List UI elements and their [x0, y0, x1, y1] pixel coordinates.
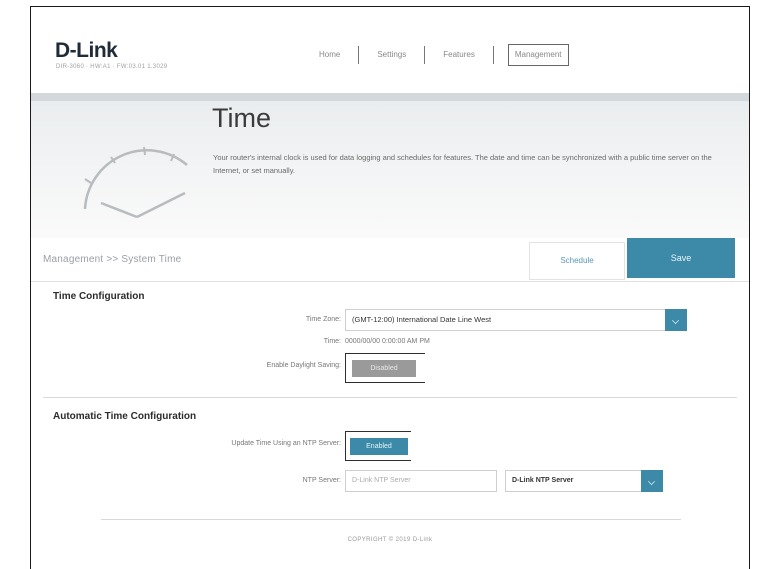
timezone-value: (GMT-12:00) International Date Line West — [352, 315, 492, 324]
nav-features[interactable]: Features — [425, 44, 493, 66]
ntp-toggle[interactable]: Enabled — [345, 431, 411, 461]
breadcrumb: Management >> System Time — [43, 254, 182, 265]
page-description: Your router's internal clock is used for… — [213, 153, 712, 175]
nav-management[interactable]: Management — [507, 44, 569, 66]
header: D-Link DIR-3060 · HW:A1 · FW:03.01 1.302… — [31, 7, 749, 93]
router-admin-page: D-Link DIR-3060 · HW:A1 · FW:03.01 1.302… — [30, 6, 750, 569]
top-nav: Home Settings Features Management — [301, 42, 569, 68]
ntp-server-label: NTP Server: — [302, 477, 341, 484]
nav-separator — [492, 46, 494, 64]
hero-divider — [31, 93, 749, 101]
time-label: Time: — [323, 338, 341, 345]
schedule-button[interactable]: Schedule — [529, 242, 625, 280]
page-hero: Time Your router's internal clock is use… — [31, 93, 749, 238]
dst-toggle[interactable]: Disabled — [345, 353, 425, 383]
divider — [43, 397, 737, 398]
chevron-down-icon[interactable] — [665, 309, 687, 331]
dst-label: Enable Daylight Saving: — [266, 362, 341, 369]
action-bar: Management >> System Time Schedule Save — [31, 238, 749, 282]
copyright: COPYRIGHT © 2019 D-Link — [347, 537, 433, 543]
ntp-toggle-state: Enabled — [350, 438, 408, 455]
ntp-server-select-value: D-Link NTP Server — [512, 477, 574, 484]
model-info: DIR-3060 · HW:A1 · FW:03.01 1.3029 — [56, 64, 168, 70]
current-time: 0000/00/00 0:00:00 AM PM — [345, 338, 430, 345]
section-title-time-configuration: Time Configuration — [53, 291, 145, 302]
nav-home[interactable]: Home — [301, 44, 358, 66]
ntp-server-input[interactable]: D-Link NTP Server — [345, 470, 497, 492]
page-title: Time — [212, 103, 271, 133]
save-button[interactable]: Save — [627, 238, 735, 278]
timezone-label: Time Zone: — [305, 316, 341, 323]
ntp-server-select[interactable]: D-Link NTP Server — [505, 470, 663, 492]
timezone-select[interactable]: (GMT-12:00) International Date Line West — [345, 309, 687, 331]
dst-toggle-state: Disabled — [352, 360, 416, 377]
section-title-automatic-time: Automatic Time Configuration — [53, 411, 197, 422]
clock-icon — [83, 146, 188, 219]
nav-settings[interactable]: Settings — [359, 44, 424, 66]
ntp-toggle-label: Update Time Using an NTP Server: — [231, 440, 341, 447]
divider — [101, 519, 681, 520]
dlink-logo[interactable]: D-Link — [55, 39, 118, 63]
chevron-down-icon[interactable] — [641, 470, 663, 492]
